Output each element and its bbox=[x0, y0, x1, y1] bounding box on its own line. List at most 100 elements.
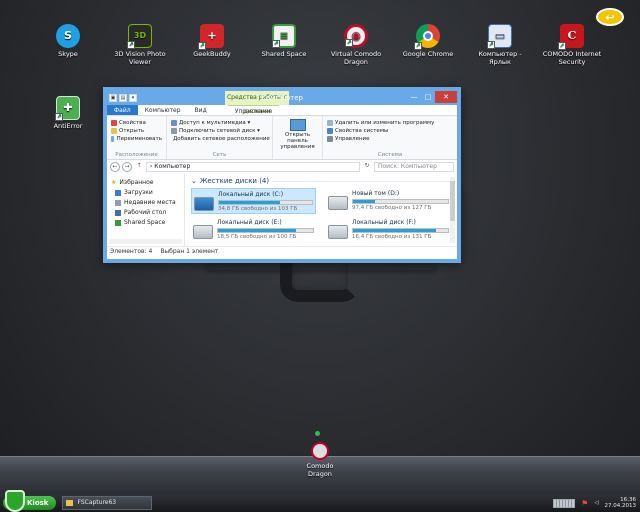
content-pane: ⌄ Жесткие диски (4) Локальный диск (C:) … bbox=[185, 174, 457, 246]
drive-item[interactable]: Локальный диск (F:) 16,4 ГБ свободно из … bbox=[326, 217, 451, 243]
uninstall-program-command[interactable]: Удалить или изменить программу bbox=[327, 119, 453, 127]
ribbon-group-label: Сеть bbox=[212, 152, 227, 158]
drive-name: Локальный диск (E:) bbox=[217, 219, 282, 226]
drive-usage-bar bbox=[352, 199, 449, 204]
nav-item-desktop[interactable]: Рабочий стол bbox=[107, 208, 184, 218]
kiosk-start-button[interactable]: Kiosk bbox=[3, 490, 57, 512]
hard-drive-icon bbox=[328, 196, 348, 210]
folder-icon bbox=[66, 500, 74, 506]
desktop-icon bbox=[115, 210, 121, 216]
desktop-icon-skype[interactable]: S Skype bbox=[36, 24, 100, 58]
address-bar[interactable]: › Компьютер bbox=[146, 162, 360, 172]
drive-item[interactable]: Новый том (D:) 97,4 ГБ свободно из 127 Г… bbox=[326, 188, 451, 214]
ribbon-group-location: Свойства Открыть Переименовать Расположе… bbox=[107, 116, 167, 159]
desktop-icon-comodo-dragon[interactable]: ◉ ↗ Virtual Comodo Dragon bbox=[324, 24, 388, 66]
desktop-icon-label: Skype bbox=[58, 50, 78, 58]
window-controls: — □ ✕ bbox=[407, 91, 457, 103]
control-panel-icon bbox=[289, 119, 306, 131]
drive-usage-bar bbox=[217, 228, 314, 233]
window-titlebar[interactable]: ▣ ▤ ▾ Средства работы с дисками Компьюте… bbox=[107, 91, 457, 115]
rename-command[interactable]: Переименовать bbox=[111, 135, 162, 143]
drive-usage-fill bbox=[218, 229, 296, 232]
hard-drive-icon bbox=[193, 225, 213, 239]
shared-space-icon: ≡ ↗ bbox=[272, 24, 296, 48]
close-button[interactable]: ✕ bbox=[435, 91, 457, 103]
media-access-command[interactable]: Доступ к мультимедиа ▾ bbox=[171, 119, 268, 127]
ribbon-group-label: Расположение bbox=[115, 152, 158, 158]
system-icon bbox=[327, 128, 333, 134]
desktop-icon-label: Virtual Comodo Dragon bbox=[330, 50, 382, 66]
minimize-button[interactable]: — bbox=[407, 91, 421, 103]
drive-free-space: 34,8 ГБ свободно из 103 ГБ bbox=[218, 206, 298, 212]
drive-name: Локальный диск (F:) bbox=[352, 219, 416, 226]
hard-drive-icon bbox=[194, 197, 214, 211]
scrollbar-thumb[interactable] bbox=[450, 181, 455, 221]
tab-file[interactable]: Файл bbox=[107, 105, 138, 115]
nav-favorites[interactable]: ★ Избранное bbox=[107, 178, 184, 188]
system-tray: ⚑ ◁ 16:36 27.04.2013 bbox=[553, 497, 640, 509]
nav-item-downloads[interactable]: Загрузки bbox=[107, 188, 184, 198]
tab-computer[interactable]: Компьютер bbox=[138, 105, 188, 115]
open-command[interactable]: Открыть bbox=[111, 127, 162, 135]
drive-free-space: 97,4 ГБ свободно из 127 ГБ bbox=[352, 205, 432, 211]
nav-horizontal-scrollbar[interactable] bbox=[109, 239, 182, 244]
network-drive-icon bbox=[171, 128, 177, 134]
window-title: Компьютер bbox=[261, 94, 303, 102]
clock[interactable]: 16:36 27.04.2013 bbox=[605, 497, 637, 509]
properties-command[interactable]: Свойства bbox=[111, 119, 162, 127]
skype-icon: S bbox=[56, 24, 80, 48]
system-properties-command[interactable]: Свойства системы bbox=[327, 127, 453, 135]
ribbon-group-label: Система bbox=[377, 152, 403, 158]
chrome-icon: ↗ bbox=[414, 24, 440, 50]
desktop-icon-label: Google Chrome bbox=[402, 50, 454, 58]
folder-icon bbox=[111, 128, 117, 134]
media-icon bbox=[171, 120, 177, 126]
nav-item-recent[interactable]: Недавние места bbox=[107, 198, 184, 208]
management-command[interactable]: Управление bbox=[327, 135, 453, 143]
comodo-dragon-icon: ◉ ↗ bbox=[344, 24, 368, 48]
taskbar-task-fscapture[interactable]: FSCapture63 bbox=[62, 496, 153, 510]
navigation-pane: ★ Избранное Загрузки Недавние места Рабоч… bbox=[107, 174, 185, 246]
nav-item-shared-space[interactable]: Shared Space bbox=[107, 218, 184, 228]
maximize-button[interactable]: □ bbox=[421, 91, 435, 103]
keyboard-icon[interactable] bbox=[553, 498, 576, 508]
add-network-location-command[interactable]: Добавить сетевое расположение bbox=[171, 135, 270, 143]
search-input[interactable]: Поиск: Компьютер bbox=[374, 162, 454, 172]
desktop-icon-chrome[interactable]: ↗ Google Chrome bbox=[396, 24, 460, 58]
shared-space-icon bbox=[115, 220, 121, 226]
back-arrow-icon[interactable]: ↩ bbox=[596, 8, 624, 26]
drive-usage-fill bbox=[219, 201, 281, 204]
refresh-button[interactable]: ↻ bbox=[362, 162, 372, 172]
drive-name: Новый том (D:) bbox=[352, 190, 400, 197]
drive-item[interactable]: Локальный диск (C:) 34,8 ГБ свободно из … bbox=[191, 188, 316, 214]
desktop-icon-geekbuddy[interactable]: + ↗ GeekBuddy bbox=[180, 24, 244, 58]
flag-icon[interactable]: ⚑ bbox=[581, 499, 588, 508]
desktop-icon-computer-shortcut[interactable]: ▭ ↗ Компьютер - Ярлык bbox=[468, 24, 532, 66]
desktop-icon-label: Компьютер - Ярлык bbox=[478, 50, 522, 66]
open-control-panel-command[interactable]: Открыть панель управления bbox=[277, 119, 318, 150]
desktop-icon-3d-vision[interactable]: 3D ↗ 3D Vision Photo Viewer bbox=[108, 24, 172, 66]
desktop-icon-comodo-security[interactable]: C ↗ COMODO Internet Security bbox=[540, 24, 604, 66]
drive-name: Локальный диск (C:) bbox=[218, 191, 284, 198]
running-indicator bbox=[315, 431, 320, 436]
desktop-icon-shared-space[interactable]: ≡ ↗ Shared Space bbox=[252, 24, 316, 58]
downloads-icon bbox=[115, 190, 121, 196]
up-button[interactable]: ↑ bbox=[134, 162, 144, 172]
tab-view[interactable]: Вид bbox=[188, 105, 214, 115]
ribbon-group-system: Удалить или изменить программу Свойства … bbox=[323, 116, 457, 159]
comodo-dragon-icon bbox=[311, 442, 329, 460]
drive-item[interactable]: Локальный диск (E:) 18,5 ГБ свободно из … bbox=[191, 217, 316, 243]
address-bar-row: ← → ↑ › Компьютер ↻ Поиск: Компьютер bbox=[107, 160, 457, 174]
desktop-icon-antierror[interactable]: ✚ ↗ AntiError bbox=[36, 96, 100, 130]
content-vertical-scrollbar[interactable] bbox=[450, 177, 455, 243]
geekbuddy-icon: + ↗ bbox=[198, 24, 224, 50]
speaker-icon[interactable]: ◁ bbox=[594, 500, 598, 506]
dock-item-label: Comodo Dragon bbox=[306, 462, 334, 478]
drives-grid: Локальный диск (C:) 34,8 ГБ свободно из … bbox=[191, 188, 451, 243]
map-network-drive-command[interactable]: Подключить сетевой диск ▾ bbox=[171, 127, 268, 135]
back-button[interactable]: ← bbox=[110, 162, 120, 172]
drive-free-space: 16,4 ГБ свободно из 131 ГБ bbox=[352, 234, 432, 240]
dock-item-comodo-dragon[interactable]: Comodo Dragon bbox=[304, 442, 336, 478]
forward-button[interactable]: → bbox=[122, 162, 132, 172]
hard-drives-section[interactable]: ⌄ Жесткие диски (4) bbox=[191, 177, 451, 185]
